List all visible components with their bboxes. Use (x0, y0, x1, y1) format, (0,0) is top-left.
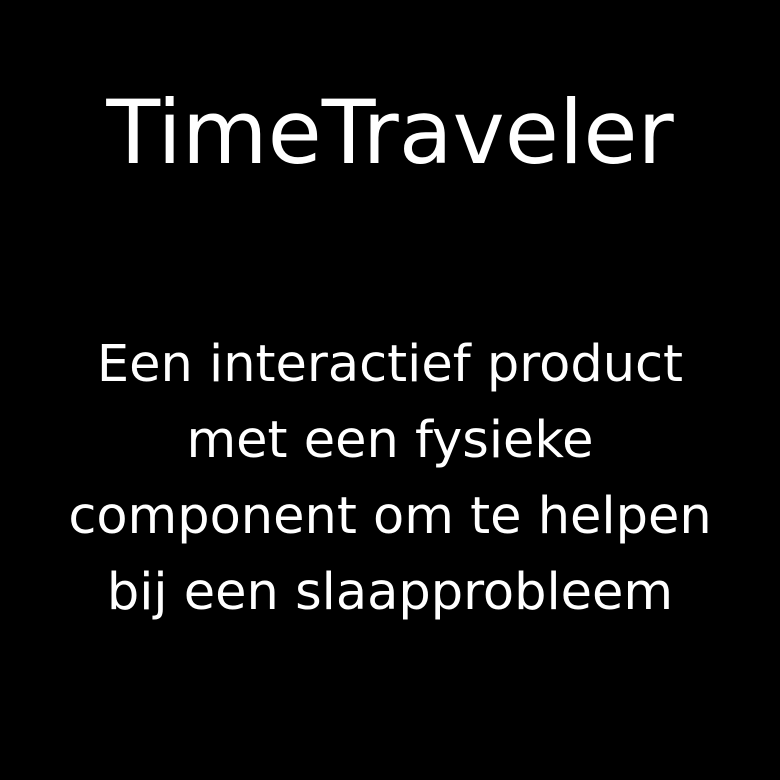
description-line-2: met een fysieke (186, 411, 594, 470)
description-line-4: bij een slaapprobleem (106, 563, 674, 622)
description-line-3: component om te helpen (68, 487, 712, 546)
title-card: TimeTraveler Een interactief product met… (0, 0, 780, 780)
product-description: Een interactief product met een fysieke … (0, 327, 780, 631)
product-title: TimeTraveler (106, 81, 674, 184)
description-line-1: Een interactief product (96, 335, 684, 394)
